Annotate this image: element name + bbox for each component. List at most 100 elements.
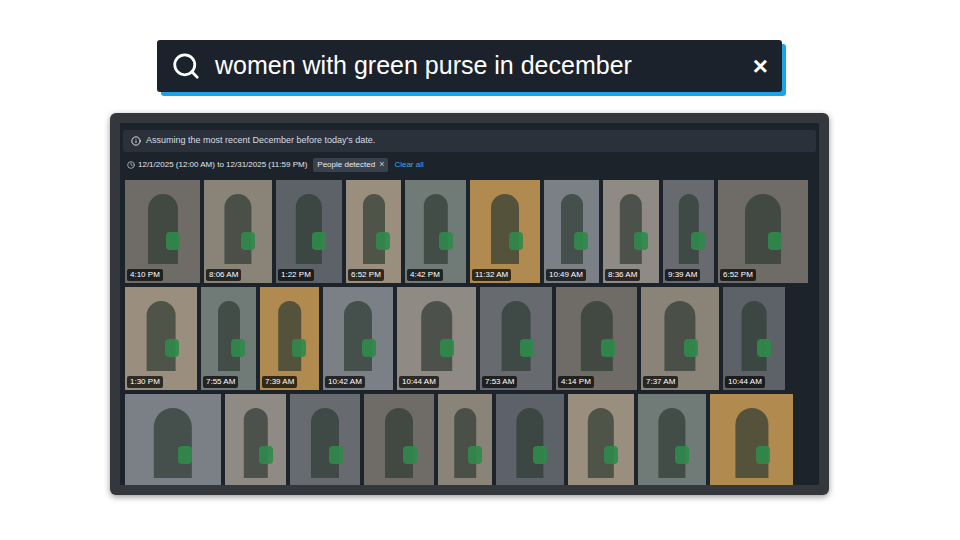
result-thumbnail[interactable]: 1:30 PM (125, 287, 197, 390)
result-thumbnail[interactable]: 10:44 AM (723, 287, 785, 390)
time-label: 7:39 AM (262, 376, 297, 388)
purse-shape (166, 232, 180, 250)
person-figure (742, 301, 767, 371)
time-label: 4:14 PM (558, 376, 594, 388)
time-label: 10:44 AM (399, 376, 439, 388)
result-thumbnail[interactable] (438, 394, 492, 485)
purse-shape (362, 339, 376, 357)
person-figure (423, 194, 447, 264)
person-figure (745, 194, 781, 264)
purse-shape (376, 232, 390, 250)
person-figure (363, 194, 385, 264)
result-thumbnail[interactable]: 4:14 PM (556, 287, 637, 390)
remove-chip-button[interactable]: × (379, 160, 384, 169)
result-thumbnail[interactable]: 11:32 AM (470, 180, 540, 283)
date-range-filter[interactable]: 12/1/2025 (12:00 AM) to 12/31/2025 (11:5… (127, 159, 307, 171)
person-figure (311, 408, 339, 478)
clear-all-link[interactable]: Clear all (394, 159, 423, 171)
time-label: 8:06 AM (206, 269, 241, 281)
purse-shape (675, 446, 689, 464)
time-label: 9:39 AM (665, 269, 700, 281)
result-thumbnail[interactable]: 7:55 AM (201, 287, 256, 390)
result-thumbnail[interactable] (710, 394, 793, 485)
results-grid: 4:10 PM8:06 AM1:22 PM6:52 PM4:42 PM11:32… (123, 180, 816, 485)
search-query[interactable]: women with green purse in december (215, 47, 739, 85)
time-label: 7:37 AM (643, 376, 678, 388)
time-label: 7:53 AM (482, 376, 517, 388)
info-icon (131, 136, 141, 146)
purse-shape (509, 232, 523, 250)
result-thumbnail[interactable] (496, 394, 564, 485)
results-row: 1:30 PM 7:55 AM 7:39 AM 10:42 AM 10:44 AM 7:5… (125, 287, 816, 390)
person-figure (421, 301, 453, 371)
monitor-frame: Assuming the most recent December before… (110, 113, 829, 495)
purse-shape (756, 446, 770, 464)
result-thumbnail[interactable] (225, 394, 286, 485)
purse-shape (691, 232, 705, 250)
clock-icon (127, 161, 135, 169)
person-figure (224, 194, 251, 264)
person-figure (454, 408, 476, 478)
result-thumbnail[interactable]: 1:22 PM (276, 180, 342, 283)
purse-shape (403, 446, 417, 464)
result-thumbnail[interactable]: 10:42 AM (323, 287, 393, 390)
person-figure (588, 408, 614, 478)
notice-bar: Assuming the most recent December before… (123, 130, 816, 152)
search-bar[interactable]: women with green purse in december × (157, 40, 782, 92)
person-figure (147, 301, 176, 371)
time-label: 4:10 PM (127, 269, 163, 281)
results-row (125, 394, 816, 485)
clear-search-button[interactable]: × (753, 53, 768, 79)
person-figure (278, 301, 302, 371)
time-label: 4:42 PM (407, 269, 443, 281)
purse-shape (312, 232, 326, 250)
filter-chip[interactable]: People detected× (313, 158, 388, 172)
purse-shape (684, 339, 698, 357)
result-thumbnail[interactable] (568, 394, 634, 485)
purse-shape (165, 339, 179, 357)
person-figure (344, 301, 372, 371)
result-thumbnail[interactable] (364, 394, 434, 485)
result-thumbnail[interactable]: 7:39 AM (260, 287, 319, 390)
purse-shape (757, 339, 771, 357)
person-figure (561, 194, 583, 264)
purse-shape (292, 339, 306, 357)
result-thumbnail[interactable]: 9:39 AM (663, 180, 714, 283)
purse-shape (601, 339, 615, 357)
person-figure (243, 408, 267, 478)
result-thumbnail[interactable]: 4:42 PM (405, 180, 466, 283)
notice-text: Assuming the most recent December before… (146, 134, 375, 148)
purse-shape (520, 339, 534, 357)
time-label: 7:55 AM (203, 376, 238, 388)
person-figure (491, 194, 519, 264)
person-figure (735, 408, 768, 478)
person-figure (658, 408, 685, 478)
time-label: 10:49 AM (546, 269, 586, 281)
result-thumbnail[interactable]: 6:52 PM (346, 180, 401, 283)
result-thumbnail[interactable]: 10:49 AM (544, 180, 599, 283)
result-thumbnail[interactable]: 4:10 PM (125, 180, 200, 283)
person-figure (385, 408, 413, 478)
time-label: 8:36 AM (605, 269, 640, 281)
purse-shape (241, 232, 255, 250)
person-figure (218, 301, 240, 371)
result-thumbnail[interactable]: 6:52 PM (718, 180, 808, 283)
purse-shape (329, 446, 343, 464)
result-thumbnail[interactable]: 7:37 AM (641, 287, 719, 390)
result-thumbnail[interactable]: 8:06 AM (204, 180, 272, 283)
result-thumbnail[interactable]: 7:53 AM (480, 287, 552, 390)
result-thumbnail[interactable] (290, 394, 360, 485)
result-thumbnail[interactable]: 8:36 AM (603, 180, 659, 283)
person-figure (678, 194, 698, 264)
filter-row: 12/1/2025 (12:00 AM) to 12/31/2025 (11:5… (123, 157, 816, 172)
person-figure (148, 194, 178, 264)
person-figure (580, 301, 612, 371)
result-thumbnail[interactable]: 10:44 AM (397, 287, 476, 390)
person-figure (296, 194, 322, 264)
page: women with green purse in december × Assum… (0, 0, 960, 540)
time-label: 10:44 AM (725, 376, 765, 388)
result-thumbnail[interactable] (125, 394, 221, 485)
result-thumbnail[interactable] (638, 394, 706, 485)
purse-shape (178, 446, 192, 464)
results-panel: Assuming the most recent December before… (120, 123, 819, 485)
